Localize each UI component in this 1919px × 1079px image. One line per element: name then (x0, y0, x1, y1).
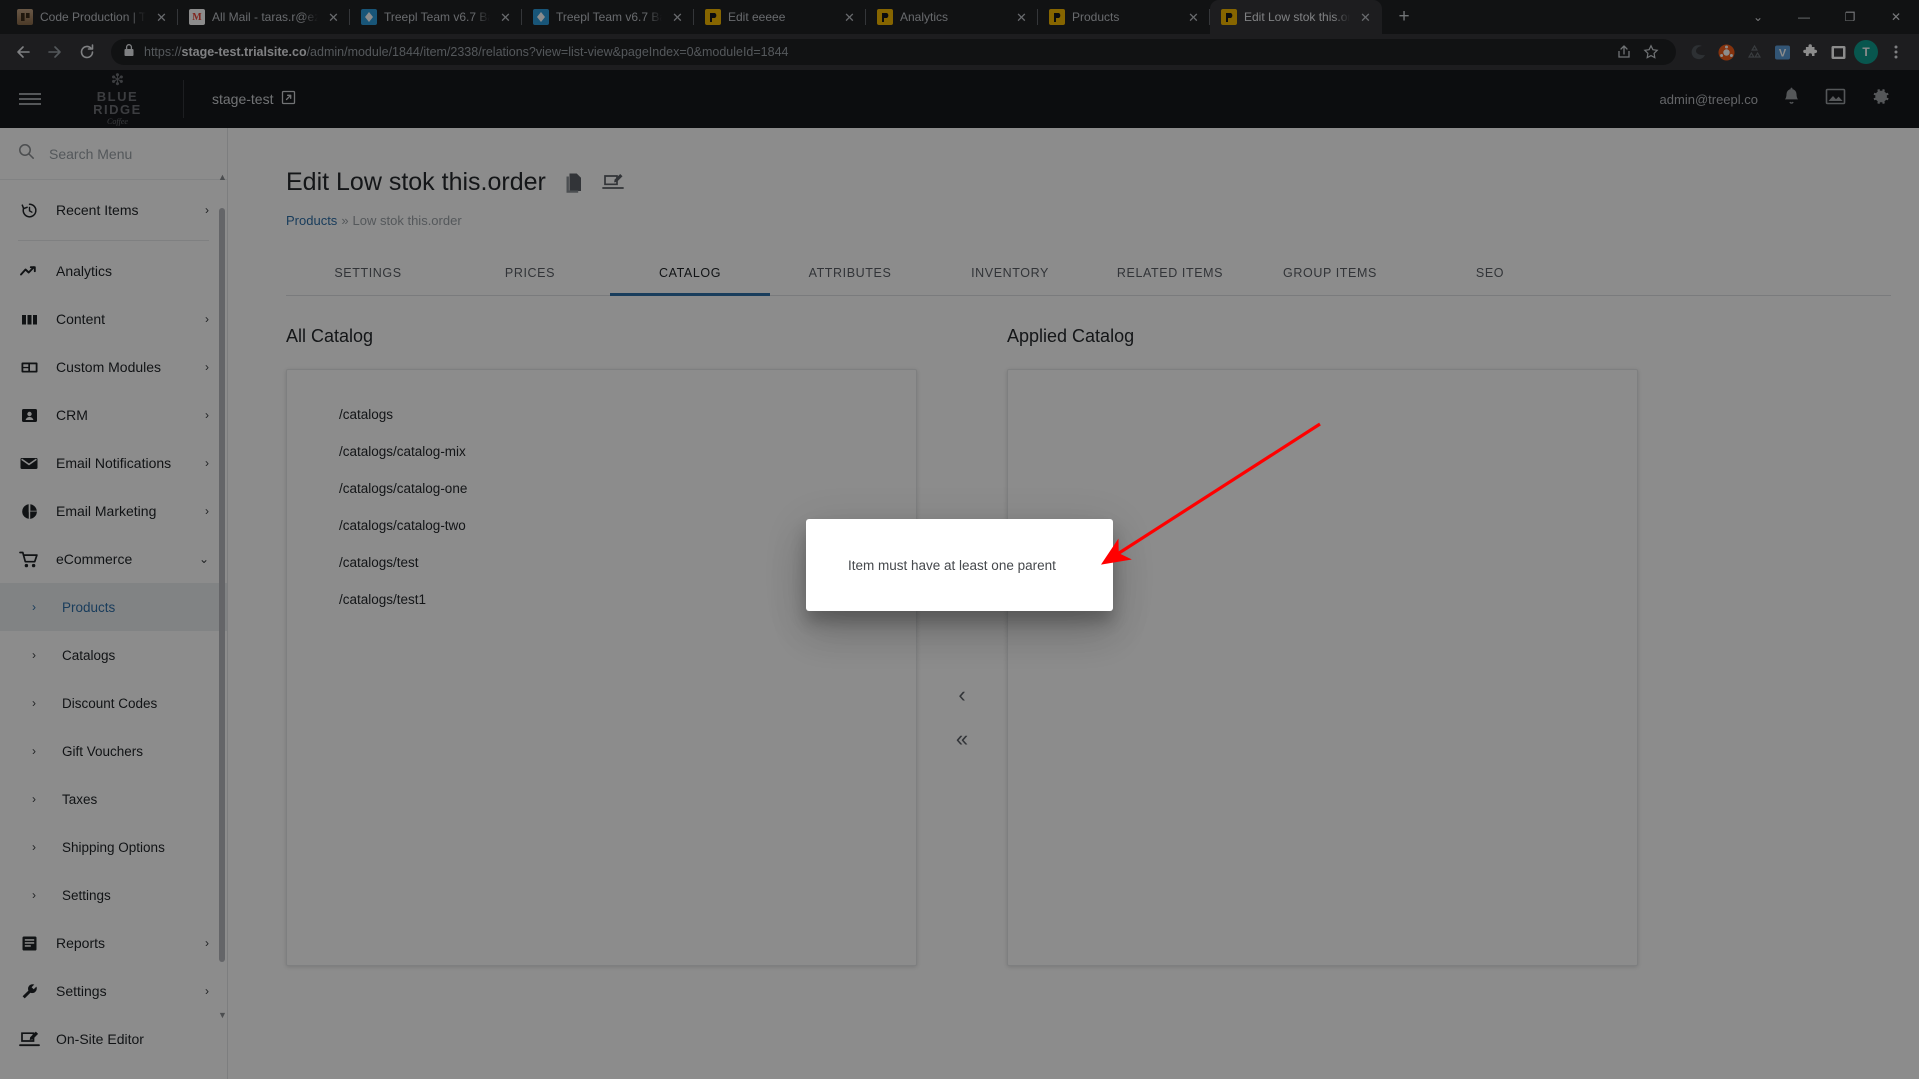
alert-message: Item must have at least one parent (848, 557, 1056, 573)
browser-window: Code Production | Trello ✕ M All Mail - … (0, 0, 1919, 1079)
alert-dialog[interactable]: Item must have at least one parent (806, 519, 1113, 611)
